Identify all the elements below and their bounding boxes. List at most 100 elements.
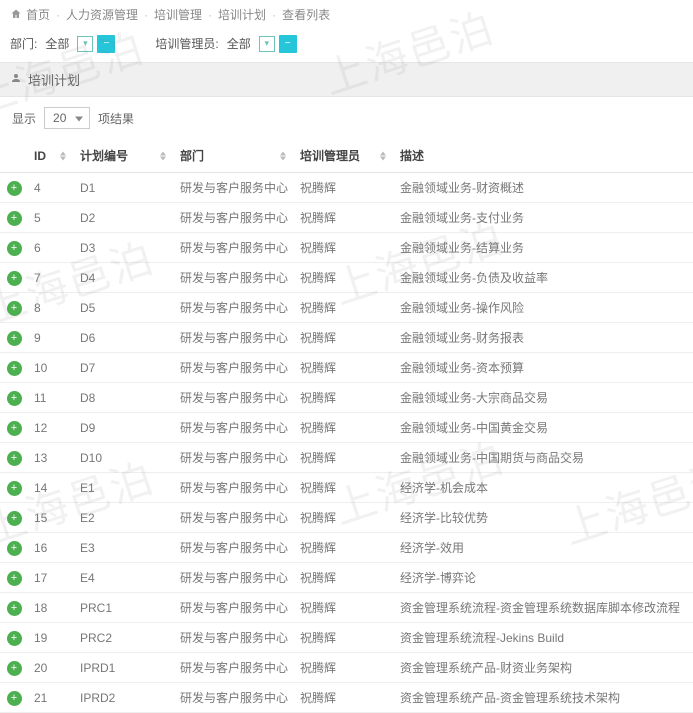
cell-dept: 研发与客户服务中心 <box>174 593 294 623</box>
col-dept[interactable]: 部门 <box>174 139 294 173</box>
cell-id: 14 <box>28 473 74 503</box>
cell-manager: 祝腾辉 <box>294 563 394 593</box>
cell-desc: 资金管理系统流程-资金管理系统数据库脚本修改流程 <box>394 593 693 623</box>
cell-id: 7 <box>28 263 74 293</box>
expand-row-button[interactable]: + <box>7 571 22 586</box>
cell-plan-no: E1 <box>74 473 174 503</box>
cell-dept: 研发与客户服务中心 <box>174 263 294 293</box>
col-manager[interactable]: 培训管理员 <box>294 139 394 173</box>
cell-id: 12 <box>28 413 74 443</box>
sort-icon[interactable] <box>60 151 66 160</box>
cell-manager: 祝腾辉 <box>294 473 394 503</box>
department-clear-button[interactable]: − <box>97 35 115 53</box>
cell-manager: 祝腾辉 <box>294 353 394 383</box>
table-row: +8D5研发与客户服务中心祝腾辉金融领域业务-操作风险 <box>0 293 693 323</box>
table-row: +18PRC1研发与客户服务中心祝腾辉资金管理系统流程-资金管理系统数据库脚本修… <box>0 593 693 623</box>
expand-row-button[interactable]: + <box>7 631 22 646</box>
expand-row-button[interactable]: + <box>7 691 22 706</box>
col-desc-label: 描述 <box>400 149 424 163</box>
cell-dept: 研发与客户服务中心 <box>174 383 294 413</box>
cell-plan-no: PRC2 <box>74 623 174 653</box>
expand-row-button[interactable]: + <box>7 241 22 256</box>
home-icon <box>10 8 22 22</box>
breadcrumb-plan[interactable]: 培训计划 <box>218 6 266 23</box>
filter-manager-label: 培训管理员: <box>155 35 218 52</box>
expand-row-button[interactable]: + <box>7 601 22 616</box>
cell-id: 6 <box>28 233 74 263</box>
cell-dept: 研发与客户服务中心 <box>174 233 294 263</box>
cell-desc: 金融领域业务-结算业务 <box>394 233 693 263</box>
table-row: +5D2研发与客户服务中心祝腾辉金融领域业务-支付业务 <box>0 203 693 233</box>
cell-id: 16 <box>28 533 74 563</box>
breadcrumb-sep: · <box>208 8 212 22</box>
filter-department-value: 全部 <box>41 33 73 54</box>
cell-dept: 研发与客户服务中心 <box>174 203 294 233</box>
sort-icon[interactable] <box>160 151 166 160</box>
cell-id: 4 <box>28 173 74 203</box>
filter-department: 部门: 全部 ▾ − <box>10 33 115 54</box>
panel-title-bar: 培训计划 <box>0 62 693 97</box>
breadcrumb: 首页 · 人力资源管理 · 培训管理 · 培训计划 · 查看列表 <box>0 0 693 29</box>
col-id[interactable]: ID <box>28 139 74 173</box>
cell-id: 9 <box>28 323 74 353</box>
cell-desc: 金融领域业务-中国黄金交易 <box>394 413 693 443</box>
table-row: +10D7研发与客户服务中心祝腾辉金融领域业务-资本预算 <box>0 353 693 383</box>
cell-id: 20 <box>28 653 74 683</box>
page-size-select[interactable]: 20 <box>44 107 90 129</box>
cell-dept: 研发与客户服务中心 <box>174 353 294 383</box>
col-plan-label: 计划编号 <box>80 149 128 163</box>
department-dropdown-icon[interactable]: ▾ <box>77 36 93 52</box>
table-row: +11D8研发与客户服务中心祝腾辉金融领域业务-大宗商品交易 <box>0 383 693 413</box>
page-size-row: 显示 20 项结果 <box>0 97 693 139</box>
cell-dept: 研发与客户服务中心 <box>174 503 294 533</box>
expand-row-button[interactable]: + <box>7 391 22 406</box>
expand-row-button[interactable]: + <box>7 271 22 286</box>
breadcrumb-home[interactable]: 首页 <box>26 6 50 23</box>
expand-row-button[interactable]: + <box>7 481 22 496</box>
cell-manager: 祝腾辉 <box>294 293 394 323</box>
sort-icon[interactable] <box>380 151 386 160</box>
manager-clear-button[interactable]: − <box>279 35 297 53</box>
expand-row-button[interactable]: + <box>7 661 22 676</box>
cell-manager: 祝腾辉 <box>294 383 394 413</box>
cell-manager: 祝腾辉 <box>294 233 394 263</box>
table-row: +13D10研发与客户服务中心祝腾辉金融领域业务-中国期货与商品交易 <box>0 443 693 473</box>
cell-plan-no: D6 <box>74 323 174 353</box>
cell-dept: 研发与客户服务中心 <box>174 323 294 353</box>
cell-dept: 研发与客户服务中心 <box>174 623 294 653</box>
expand-row-button[interactable]: + <box>7 211 22 226</box>
expand-row-button[interactable]: + <box>7 331 22 346</box>
cell-dept: 研发与客户服务中心 <box>174 473 294 503</box>
filter-manager-value: 全部 <box>223 33 255 54</box>
cell-plan-no: D8 <box>74 383 174 413</box>
expand-row-button[interactable]: + <box>7 511 22 526</box>
expand-row-button[interactable]: + <box>7 541 22 556</box>
breadcrumb-viewlist[interactable]: 查看列表 <box>282 6 330 23</box>
cell-manager: 祝腾辉 <box>294 593 394 623</box>
table-row: +19PRC2研发与客户服务中心祝腾辉资金管理系统流程-Jekins Build <box>0 623 693 653</box>
cell-desc: 金融领域业务-资本预算 <box>394 353 693 383</box>
col-plan-no[interactable]: 计划编号 <box>74 139 174 173</box>
breadcrumb-sep: · <box>272 8 276 22</box>
table-body: +4D1研发与客户服务中心祝腾辉金融领域业务-财资概述+5D2研发与客户服务中心… <box>0 173 693 713</box>
cell-dept: 研发与客户服务中心 <box>174 533 294 563</box>
cell-dept: 研发与客户服务中心 <box>174 443 294 473</box>
expand-row-button[interactable]: + <box>7 181 22 196</box>
breadcrumb-training[interactable]: 培训管理 <box>154 6 202 23</box>
cell-id: 5 <box>28 203 74 233</box>
expand-row-button[interactable]: + <box>7 451 22 466</box>
col-desc[interactable]: 描述 <box>394 139 693 173</box>
cell-dept: 研发与客户服务中心 <box>174 683 294 713</box>
breadcrumb-hr[interactable]: 人力资源管理 <box>66 6 138 23</box>
expand-row-button[interactable]: + <box>7 361 22 376</box>
cell-desc: 经济学-机会成本 <box>394 473 693 503</box>
expand-row-button[interactable]: + <box>7 301 22 316</box>
sort-icon[interactable] <box>280 151 286 160</box>
table-row: +7D4研发与客户服务中心祝腾辉金融领域业务-负债及收益率 <box>0 263 693 293</box>
cell-manager: 祝腾辉 <box>294 173 394 203</box>
filter-bar: 部门: 全部 ▾ − 培训管理员: 全部 ▾ − <box>0 29 693 62</box>
cell-plan-no: D7 <box>74 353 174 383</box>
cell-dept: 研发与客户服务中心 <box>174 293 294 323</box>
manager-dropdown-icon[interactable]: ▾ <box>259 36 275 52</box>
expand-row-button[interactable]: + <box>7 421 22 436</box>
